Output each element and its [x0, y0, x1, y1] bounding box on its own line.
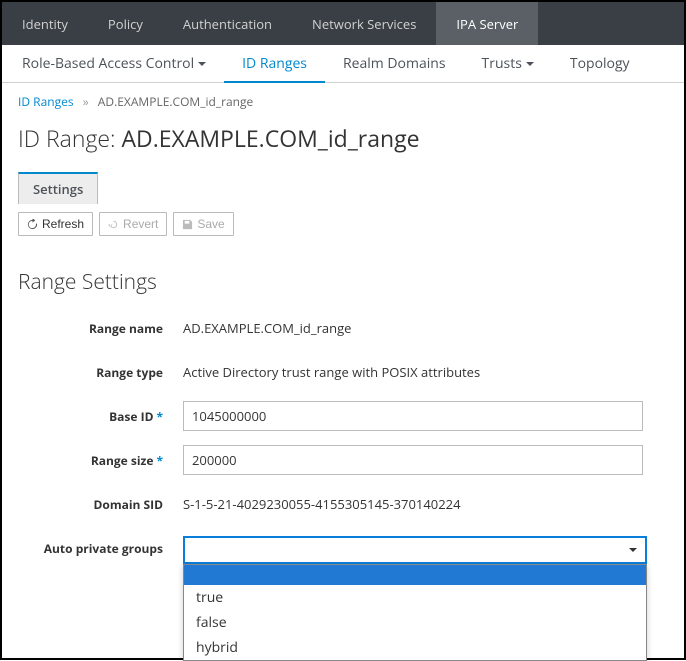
- refresh-icon: [27, 219, 38, 230]
- value-range-type: Active Directory trust range with POSIX …: [183, 363, 668, 381]
- select-option-hybrid[interactable]: hybrid: [184, 635, 646, 660]
- topnav-policy[interactable]: Policy: [88, 2, 163, 45]
- topnav-network-services[interactable]: Network Services: [292, 2, 436, 45]
- revert-icon: [108, 219, 119, 230]
- label-range-size-text: Range size: [91, 452, 154, 469]
- subnav-realm-domains[interactable]: Realm Domains: [325, 44, 464, 83]
- save-button[interactable]: Save: [173, 212, 233, 236]
- chevron-down-icon: [526, 62, 534, 66]
- topnav-identity[interactable]: Identity: [2, 2, 88, 45]
- subnav-rbac[interactable]: Role-Based Access Control: [4, 44, 224, 83]
- topnav-authentication[interactable]: Authentication: [163, 2, 292, 45]
- sub-nav: Role-Based Access Control ID Ranges Real…: [2, 45, 684, 83]
- topnav-ipa-server[interactable]: IPA Server: [436, 2, 538, 45]
- range-size-input[interactable]: [183, 445, 643, 475]
- refresh-button[interactable]: Refresh: [18, 212, 93, 236]
- label-range-type: Range type: [18, 364, 183, 381]
- chevron-down-icon: [198, 62, 206, 66]
- chevron-down-icon: [629, 548, 637, 552]
- select-option-blank[interactable]: [184, 565, 646, 585]
- label-auto-private-groups: Auto private groups: [18, 536, 183, 557]
- breadcrumb-link[interactable]: ID Ranges: [18, 93, 74, 110]
- page-title-prefix: ID Range:: [18, 122, 121, 154]
- row-domain-sid: Domain SID S-1-5-21-4029230055-415530514…: [18, 482, 668, 526]
- label-base-id-text: Base ID: [109, 408, 153, 425]
- row-range-size: Range size*: [18, 438, 668, 482]
- row-base-id: Base ID*: [18, 394, 668, 438]
- label-range-name: Range name: [18, 320, 183, 337]
- form: Range name AD.EXAMPLE.COM_id_range Range…: [2, 306, 684, 570]
- value-range-name: AD.EXAMPLE.COM_id_range: [183, 319, 668, 337]
- subnav-rbac-label: Role-Based Access Control: [22, 54, 194, 73]
- toolbar: Refresh Revert Save: [2, 204, 684, 244]
- save-icon: [182, 219, 193, 230]
- auto-private-groups-select[interactable]: [183, 536, 647, 564]
- base-id-input[interactable]: [183, 401, 643, 431]
- row-auto-private-groups: Auto private groups true false hybrid: [18, 526, 668, 570]
- tabs: Settings: [2, 172, 684, 204]
- breadcrumb-current: AD.EXAMPLE.COM_id_range: [98, 93, 253, 110]
- save-label: Save: [197, 217, 224, 231]
- page-title-name: AD.EXAMPLE.COM_id_range: [121, 122, 419, 154]
- subnav-topology[interactable]: Topology: [552, 44, 648, 83]
- select-option-true[interactable]: true: [184, 585, 646, 610]
- required-star: *: [156, 452, 163, 469]
- tab-settings[interactable]: Settings: [18, 172, 98, 204]
- revert-label: Revert: [123, 217, 158, 231]
- refresh-label: Refresh: [42, 217, 84, 231]
- subnav-trusts[interactable]: Trusts: [464, 44, 552, 83]
- row-range-type: Range type Active Directory trust range …: [18, 350, 668, 394]
- subnav-id-ranges[interactable]: ID Ranges: [224, 44, 325, 83]
- select-option-false[interactable]: false: [184, 610, 646, 635]
- revert-button[interactable]: Revert: [99, 212, 167, 236]
- breadcrumb: ID Ranges » AD.EXAMPLE.COM_id_range: [2, 83, 684, 114]
- section-title: Range Settings: [2, 244, 684, 306]
- subnav-trusts-label: Trusts: [482, 54, 522, 73]
- label-domain-sid: Domain SID: [18, 496, 183, 513]
- select-dropdown: true false hybrid: [183, 564, 647, 661]
- row-range-name: Range name AD.EXAMPLE.COM_id_range: [18, 306, 668, 350]
- breadcrumb-separator: »: [83, 93, 89, 110]
- label-range-size: Range size*: [18, 452, 183, 469]
- label-base-id: Base ID*: [18, 408, 183, 425]
- page-title: ID Range: AD.EXAMPLE.COM_id_range: [2, 114, 684, 172]
- value-domain-sid: S-1-5-21-4029230055-4155305145-370140224: [183, 495, 668, 513]
- top-nav: Identity Policy Authentication Network S…: [2, 2, 684, 45]
- required-star: *: [156, 408, 163, 425]
